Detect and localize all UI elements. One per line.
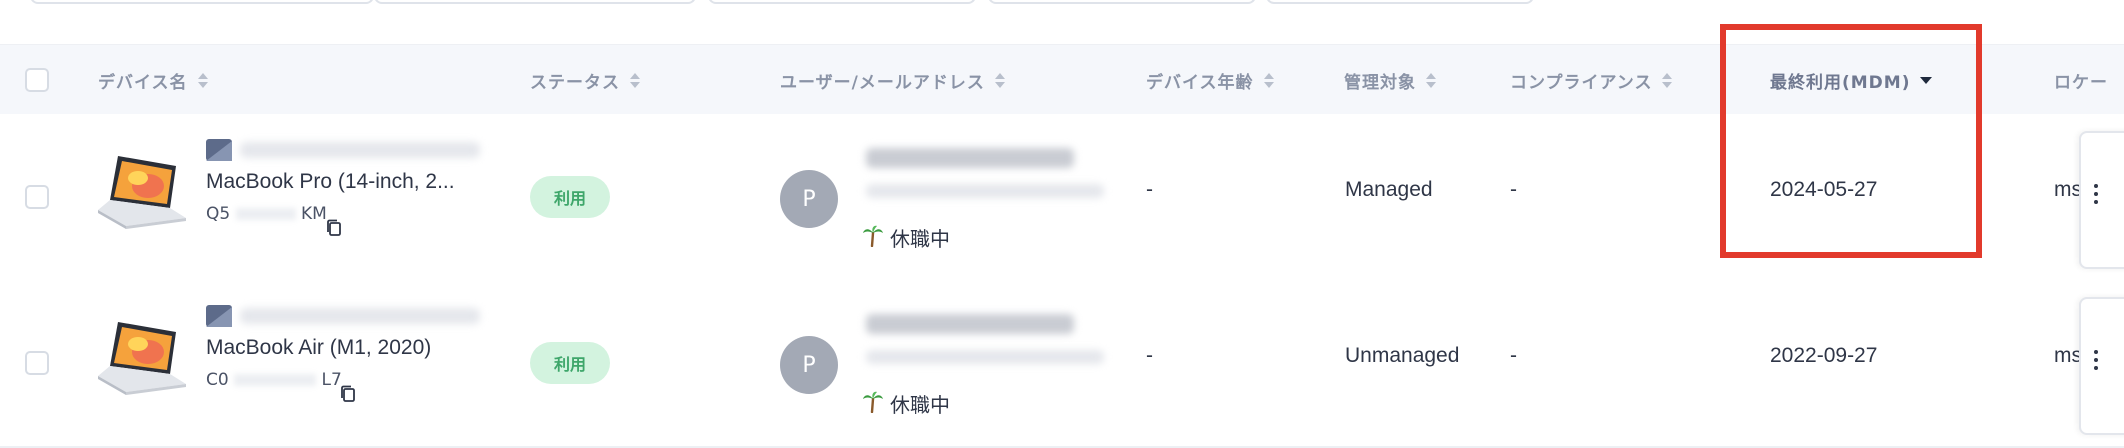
device-model: MacBook Pro (14-inch, 2...: [206, 170, 455, 193]
redacted-serial: [235, 208, 296, 220]
redacted-user-name: [866, 148, 1074, 168]
column-header-device-age[interactable]: デバイス年齢: [1146, 45, 1274, 115]
compliance-status: -: [1510, 344, 1517, 367]
row-action-panel[interactable]: [2079, 297, 2124, 435]
row-checkbox[interactable]: [25, 185, 49, 209]
serial-prefix: C0: [206, 370, 229, 390]
device-type-icon: [206, 305, 232, 327]
palm-tree-icon: [863, 391, 883, 413]
redacted-email: [866, 350, 1104, 364]
highlight-box: [1720, 24, 1982, 258]
leave-status: 休職中: [890, 393, 950, 417]
column-header-label: ユーザー/メールアドレス: [780, 72, 985, 93]
location-value: ms: [2054, 178, 2082, 201]
filter-select[interactable]: [1266, 0, 1534, 4]
filter-input[interactable]: [374, 0, 696, 4]
column-header-label: コンプライアンス: [1510, 72, 1653, 93]
row-checkbox[interactable]: [25, 351, 49, 375]
sort-icon[interactable]: [1662, 72, 1673, 88]
sort-icon[interactable]: [994, 72, 1005, 88]
column-header-label: デバイス年齢: [1146, 72, 1254, 93]
last-used-date: 2022-09-27: [1770, 344, 1878, 367]
leave-status: 休職中: [890, 227, 950, 251]
status-badge: 利用: [530, 176, 610, 218]
filter-select[interactable]: [988, 0, 1256, 4]
filter-input[interactable]: [30, 0, 374, 4]
device-age: -: [1146, 178, 1153, 201]
column-header-device-name[interactable]: デバイス名: [98, 45, 208, 115]
redacted-serial: [234, 374, 317, 386]
column-header-user-email[interactable]: ユーザー/メールアドレス: [780, 45, 1005, 115]
column-header-label: ロケー: [2054, 72, 2108, 93]
row-action-panel[interactable]: [2079, 131, 2124, 269]
redacted-device-name: [240, 142, 480, 158]
redacted-email: [866, 184, 1104, 198]
redacted-device-name: [240, 308, 480, 324]
sort-icon[interactable]: [1263, 72, 1274, 88]
managed-status: Managed: [1345, 178, 1433, 201]
device-age: -: [1146, 344, 1153, 367]
filter-select[interactable]: [708, 0, 976, 4]
sort-icon[interactable]: [630, 72, 640, 88]
sort-icon[interactable]: [1426, 72, 1436, 88]
column-header-label: デバイス名: [98, 72, 188, 93]
column-header-location[interactable]: ロケー: [2054, 45, 2108, 115]
laptop-icon: [98, 322, 186, 395]
serial-suffix: L7: [321, 370, 342, 390]
column-header-label: 管理対象: [1344, 72, 1416, 93]
kebab-menu-icon[interactable]: [2094, 184, 2098, 204]
serial-number: Q5 KM: [206, 204, 327, 224]
serial-prefix: Q5: [206, 204, 231, 224]
serial-number: C0 L7: [206, 370, 342, 390]
serial-suffix: KM: [301, 204, 327, 224]
laptop-icon: [98, 156, 186, 229]
sort-icon[interactable]: [197, 72, 208, 88]
palm-tree-icon: [863, 225, 883, 247]
redacted-user-name: [866, 314, 1074, 334]
device-model: MacBook Air (M1, 2020): [206, 336, 432, 359]
copy-icon[interactable]: [326, 219, 342, 237]
avatar: P: [780, 336, 838, 394]
compliance-status: -: [1510, 178, 1517, 201]
table-row[interactable]: MacBook Air (M1, 2020) C0 L7 利用 P 休職中 - …: [0, 280, 2124, 448]
column-header-managed[interactable]: 管理対象: [1344, 45, 1436, 115]
select-all-checkbox[interactable]: [25, 68, 49, 92]
column-header-status[interactable]: ステータス: [530, 45, 640, 115]
location-value: ms: [2054, 344, 2082, 367]
kebab-menu-icon[interactable]: [2094, 350, 2098, 370]
status-badge: 利用: [530, 342, 610, 384]
column-header-label: ステータス: [530, 72, 620, 93]
column-header-compliance[interactable]: コンプライアンス: [1510, 45, 1673, 115]
avatar: P: [780, 170, 838, 228]
device-type-icon: [206, 139, 232, 161]
copy-icon[interactable]: [340, 385, 356, 403]
managed-status: Unmanaged: [1345, 344, 1460, 367]
